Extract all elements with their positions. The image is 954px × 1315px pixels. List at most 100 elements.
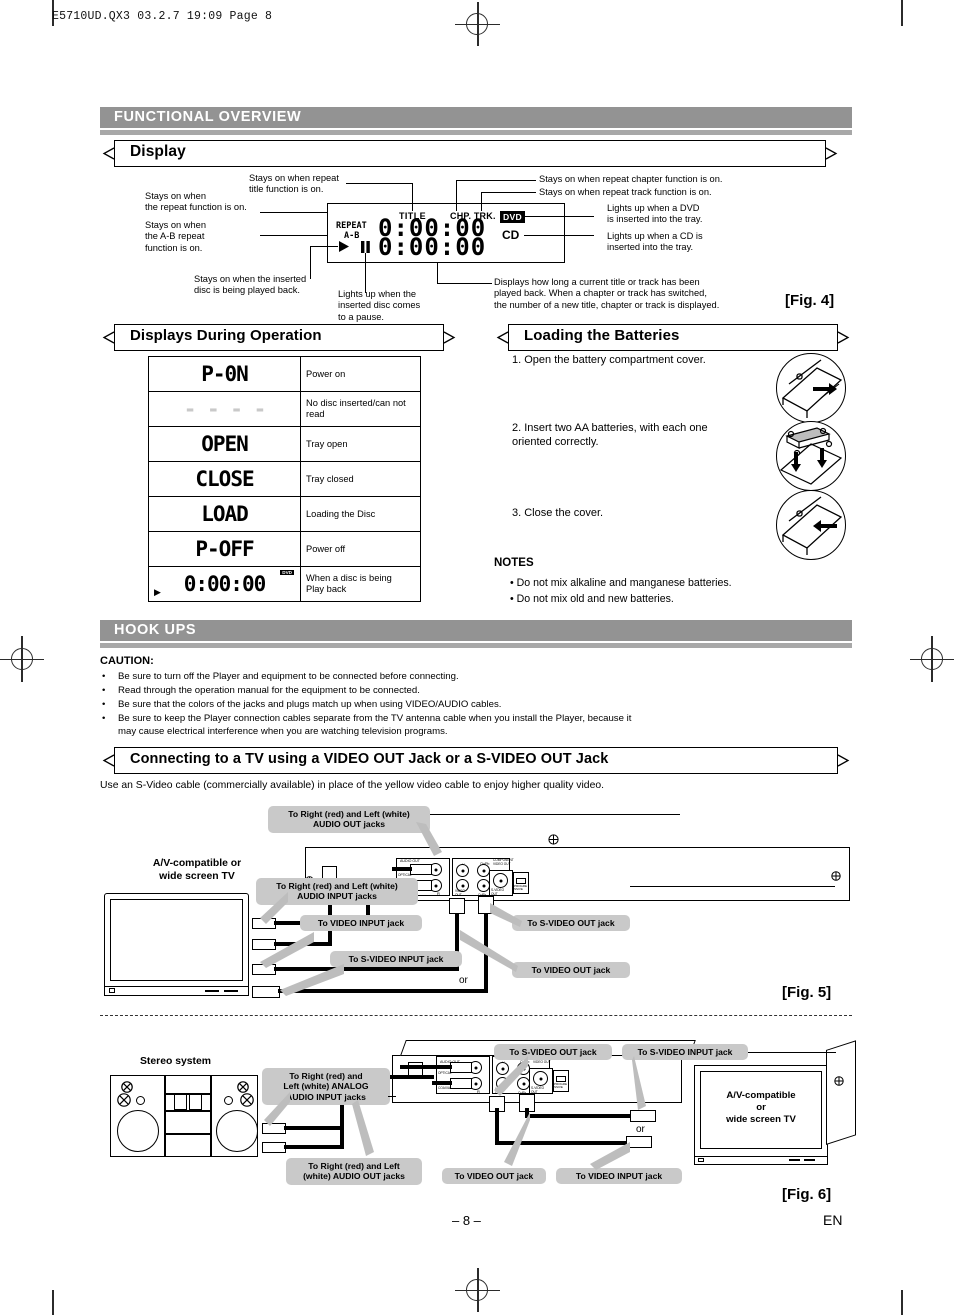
display-cell: ▶ DVD 0:00:00	[148, 566, 301, 602]
fig6-player-audio-stub-2	[432, 1081, 452, 1085]
caution-item-text: Be sure to keep the Player connection ca…	[118, 713, 632, 737]
play-icon: ▶	[154, 587, 161, 597]
crop-mark-bottom-left-v	[52, 1290, 54, 1315]
callout-repeat-track: Stays on when repeat track function is o…	[539, 187, 712, 197]
fig6-audio-cable-top2-h	[400, 1065, 434, 1069]
fig6-speaker-left-woofer	[117, 1110, 159, 1152]
display-description: Tray open	[300, 426, 421, 462]
hook-ups-label: HOOK UPS	[100, 620, 852, 641]
fig6-svideo-out-jack	[533, 1071, 548, 1086]
fig6-player-audio-stub-1	[432, 1065, 452, 1069]
fig5-player-screw-right-icon	[831, 868, 841, 886]
dvd-badge-icon: DVD	[280, 570, 294, 575]
leader-ab	[260, 235, 328, 236]
fig6-stereo-speaker-left-divider	[164, 1075, 166, 1157]
banner-tip-left-icon	[102, 147, 115, 160]
lcd-play-icon	[337, 240, 350, 258]
fig6-stereo-speaker-right-divider	[210, 1075, 212, 1157]
fig6-stereo-label: Stereo system	[140, 1056, 212, 1067]
fig5-callout-svideo-input: To S-VIDEO INPUT jack	[330, 951, 462, 968]
notes-title: NOTES	[494, 557, 534, 569]
battery-step-1: 1. Open the battery compartment cover.	[512, 354, 706, 366]
lb-banner-tip-right-icon	[837, 331, 850, 344]
fig6-tv-label: A/V-compatible or wide screen TV	[726, 1090, 796, 1125]
table-row: - - - - No disc inserted/can not read	[148, 391, 421, 427]
functional-overview-label: FUNCTIONAL OVERVIEW	[100, 107, 852, 128]
display-description: Power off	[300, 531, 421, 567]
fig6-tv-vent-2	[804, 1159, 815, 1161]
display-description: No disc inserted/can not read	[300, 391, 421, 427]
fig5-label: [Fig. 5]	[782, 984, 832, 1001]
callout-cd: Lights up when a CD is inserted into the…	[607, 231, 703, 253]
leader-chp-v	[456, 180, 457, 211]
connecting-banner-tip-right-icon	[837, 754, 850, 767]
fig6-leader-analog-left	[388, 1096, 396, 1097]
fig6-stereo-deck-cassette-1	[174, 1094, 187, 1110]
loading-batteries-heading: Loading the Batteries	[524, 327, 680, 344]
table-row: CLOSE Tray closed	[148, 461, 421, 497]
fig5-progressive-label: PROGRE SSIVE	[514, 884, 528, 892]
display-cell: P-OFF	[148, 531, 301, 567]
leader-trk-h	[481, 192, 536, 193]
battery-step-2: 2. Insert two AA batteries, with each on…	[512, 422, 708, 448]
file-header: E5710UD.QX3 03.2.7 19:09 Page 8	[52, 10, 273, 23]
leader-trk-v	[481, 192, 482, 211]
caution-item: • Be sure that the colors of the jacks a…	[100, 698, 852, 711]
lb-banner-tip-left-icon	[496, 331, 509, 344]
lcd-cd-indicator: CD	[502, 228, 520, 242]
lcd-dvd-indicator: DVD	[500, 211, 526, 223]
fig5-tv-vent-2	[224, 990, 238, 992]
bullet-icon: •	[102, 685, 106, 696]
display-banner: Display	[100, 140, 840, 167]
fig6-pointer-svideo-out	[488, 1056, 528, 1103]
connecting-banner: Connecting to a TV using a VIDEO OUT Jac…	[100, 747, 852, 774]
fig6-speaker-left-mid-icon	[117, 1093, 131, 1112]
fig6-tv-side-panel	[826, 1040, 856, 1145]
displays-during-operation-banner: Displays During Operation	[100, 324, 458, 351]
display-description: When a disc is being Play back	[300, 566, 421, 602]
fig5-callout-svideo-out: To S-VIDEO OUT jack	[512, 915, 630, 932]
callout-dvd: Lights up when a DVD is inserted into th…	[607, 203, 703, 225]
note-item-2: • Do not mix old and new batteries.	[510, 593, 674, 605]
fig6-stereo-audio-l-plug	[262, 1142, 286, 1153]
fig5-component-label: COMPONENT VIDEO OUT	[493, 858, 514, 866]
leader-play-h	[310, 246, 338, 247]
reg-line-bottom-h	[455, 1289, 500, 1291]
leader-pause-v	[365, 253, 366, 293]
caution-item: • Be sure to keep the Player connection …	[100, 712, 852, 738]
fig6-tv-vent-1	[789, 1159, 800, 1161]
fig6-tv-side-screw-icon	[834, 1073, 844, 1091]
fig6-stereo-deck-slot-3	[166, 1133, 210, 1135]
fig5-player-video-plug	[449, 898, 465, 914]
ddo-banner-tip-right-icon	[443, 331, 456, 344]
display-text: P-OFF	[195, 536, 254, 561]
seven-segment-readout: 0:00:00	[149, 567, 300, 601]
fig6-audio-cable-l-h	[284, 1145, 344, 1149]
caution-item-text: Read through the operation manual for th…	[118, 685, 420, 696]
fig6-speaker-left-port	[136, 1096, 145, 1105]
caution-item-text: Be sure that the colors of the jacks and…	[118, 699, 502, 710]
displays-table: P-0N Power on - - - - No disc inserted/can …	[148, 356, 421, 602]
fig5-player-top-edge	[305, 847, 850, 854]
fig6-leader-svideo-input	[748, 1052, 836, 1053]
fig6-player-audio-l-plug	[450, 1062, 472, 1073]
callout-time: Displays how long a current title or tra…	[494, 277, 720, 310]
seven-segment-readout: P-0N	[149, 357, 300, 391]
fig5-pointer-video-out	[460, 930, 522, 977]
displays-table-body: P-0N Power on - - - - No disc inserted/can …	[148, 356, 421, 602]
fig6-stereo-deck-slot-1	[166, 1093, 210, 1095]
hook-ups-section-bar: HOOK UPS	[100, 620, 852, 648]
fig5-callout-video-input: To VIDEO INPUT jack	[300, 915, 422, 932]
banner-tip-right-icon	[825, 147, 838, 160]
fig4-label: [Fig. 4]	[785, 292, 835, 309]
callout-repeat-title: Stays on when repeat title function is o…	[249, 173, 339, 195]
caution-title: CAUTION:	[100, 655, 154, 667]
display-cell: LOAD	[148, 496, 301, 532]
fig6-pointer-svideo-input	[632, 1056, 652, 1119]
note-item-1: • Do not mix alkaline and manganese batt…	[510, 577, 732, 589]
fig5-tv-power-indicator	[109, 988, 115, 993]
caution-item: • Read through the operation manual for …	[100, 684, 852, 697]
callout-play: Stays on when the inserted disc is being…	[194, 274, 307, 296]
fig5-svideo-out-jack	[493, 873, 508, 888]
fig6-pointer-video-input	[584, 1142, 630, 1175]
